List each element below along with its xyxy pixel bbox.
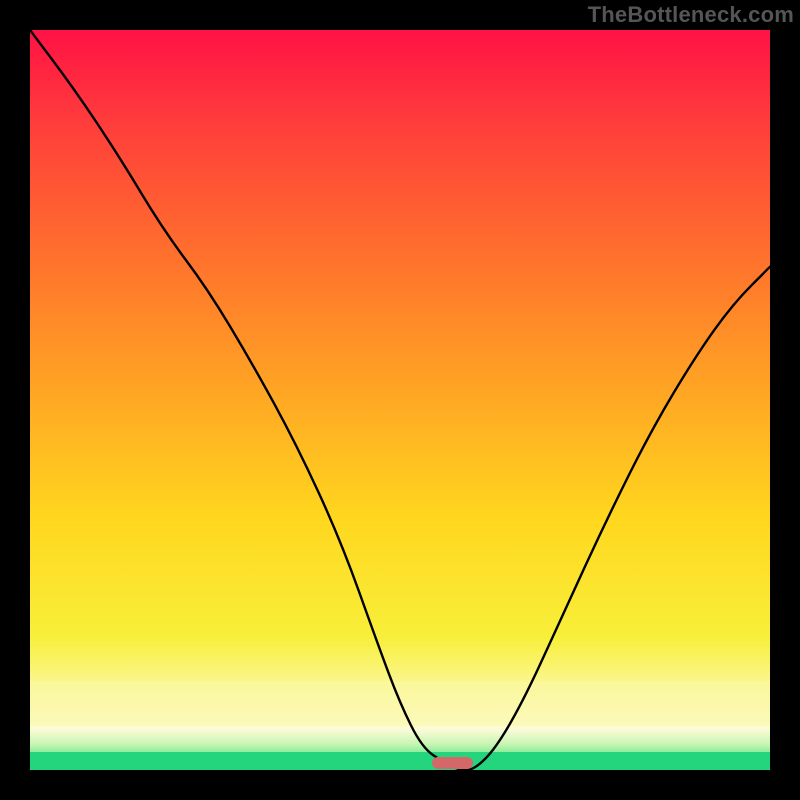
chart-container: TheBottleneck.com [0, 0, 800, 800]
plot-area [30, 30, 770, 770]
watermark-text: TheBottleneck.com [588, 2, 794, 28]
optimum-marker [432, 757, 473, 769]
bottleneck-curve [30, 30, 770, 770]
bottleneck-curve-svg [30, 30, 770, 770]
